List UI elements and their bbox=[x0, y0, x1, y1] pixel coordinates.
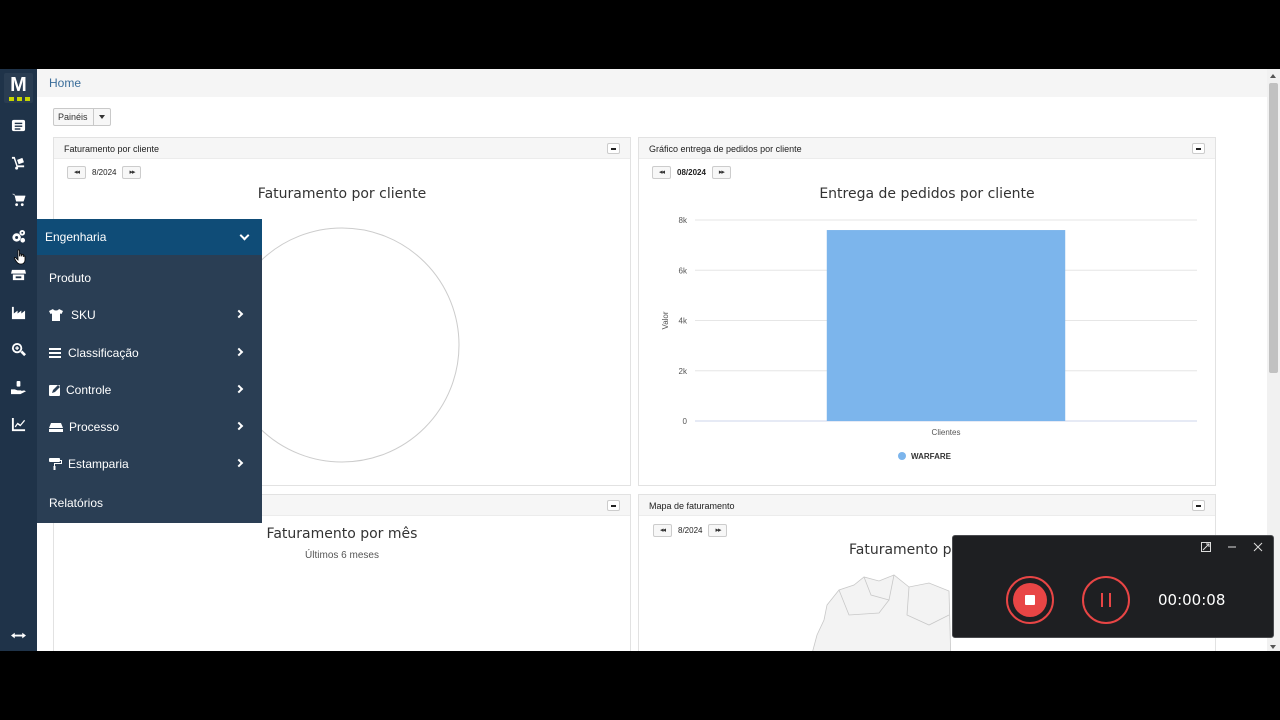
chevron-right-icon bbox=[234, 309, 244, 319]
menu-item-classificacao[interactable]: Classificação bbox=[37, 340, 262, 366]
bar bbox=[826, 230, 1066, 421]
chevron-right-icon bbox=[234, 421, 244, 431]
list-icon bbox=[49, 347, 63, 359]
engenharia-menu: Engenharia Produto SKU Classificação Con… bbox=[37, 219, 262, 523]
y-tick-label: 0 bbox=[683, 417, 688, 426]
chevron-right-icon bbox=[234, 347, 244, 357]
menu-item-produto[interactable]: Produto bbox=[37, 265, 262, 291]
panels-dropdown-button[interactable]: Painéis bbox=[53, 108, 111, 126]
menu-item-controle[interactable]: Controle bbox=[37, 377, 262, 403]
caret-down-icon bbox=[94, 109, 110, 125]
chevron-down-icon bbox=[239, 230, 250, 241]
legend-label: WARFARE bbox=[911, 452, 952, 461]
menu-item-label: Processo bbox=[69, 420, 120, 434]
chart-subtitle: Últimos 6 meses bbox=[305, 550, 379, 561]
menu-item-label: Produto bbox=[49, 271, 92, 285]
panel-entrega-pedidos: Gráfico entrega de pedidos por cliente ◂… bbox=[638, 137, 1216, 486]
legend-marker bbox=[898, 452, 906, 460]
menu-item-sku[interactable]: SKU bbox=[37, 302, 262, 328]
y-axis-label: Valor bbox=[661, 311, 670, 329]
scroll-thumb[interactable] bbox=[1269, 83, 1278, 373]
layers-icon bbox=[49, 421, 63, 433]
menu-item-estamparia[interactable]: Estamparia bbox=[37, 451, 262, 477]
minimize-panel-button[interactable] bbox=[607, 500, 620, 511]
sidebar: M bbox=[0, 69, 37, 651]
chevron-right-icon bbox=[234, 384, 244, 394]
chart-line-icon[interactable] bbox=[9, 415, 28, 434]
search-plus-icon[interactable] bbox=[9, 340, 28, 359]
minimize-icon[interactable] bbox=[1227, 542, 1237, 552]
y-tick-label: 8k bbox=[679, 216, 688, 225]
scroll-down-icon[interactable] bbox=[1270, 645, 1276, 649]
menu-item-label: Estamparia bbox=[68, 457, 129, 471]
y-tick-label: 2k bbox=[679, 367, 688, 376]
menu-item-label: Controle bbox=[66, 383, 112, 397]
panels-button-label: Painéis bbox=[54, 109, 94, 125]
expand-icon[interactable] bbox=[1201, 542, 1211, 552]
close-icon[interactable] bbox=[1253, 542, 1263, 552]
cart-icon[interactable] bbox=[9, 190, 28, 209]
store-icon[interactable] bbox=[9, 265, 28, 284]
screen-recorder-widget: 00:00:08 bbox=[952, 535, 1274, 638]
hand-cursor-icon bbox=[14, 249, 26, 265]
tshirt-icon bbox=[49, 309, 63, 321]
y-tick-label: 6k bbox=[679, 266, 688, 275]
menu-item-processo[interactable]: Processo bbox=[37, 414, 262, 440]
bar-chart: 0 2k 4k 6k 8k Clientes Valor WARFARE bbox=[661, 216, 1197, 461]
edit-icon bbox=[49, 384, 63, 396]
x-tick-label: Clientes bbox=[932, 428, 961, 437]
recording-timer: 00:00:08 bbox=[1158, 591, 1226, 609]
breadcrumb-home[interactable]: Home bbox=[49, 76, 81, 90]
chevron-right-icon bbox=[234, 458, 244, 468]
menu-item-relatorios[interactable]: Relatórios bbox=[37, 490, 262, 516]
chart-title: Faturamento por mês bbox=[266, 526, 418, 542]
menu-header-label: Engenharia bbox=[45, 230, 107, 244]
dolly-icon[interactable] bbox=[9, 153, 28, 172]
breadcrumb-bar: Home bbox=[37, 69, 1267, 97]
hand-holding-icon[interactable] bbox=[9, 378, 28, 397]
paint-roller-icon bbox=[49, 458, 63, 470]
menu-header-engenharia[interactable]: Engenharia bbox=[37, 219, 262, 255]
app-logo[interactable]: M bbox=[4, 73, 33, 103]
pause-recording-button[interactable] bbox=[1082, 576, 1130, 624]
scroll-up-icon[interactable] bbox=[1270, 74, 1276, 78]
menu-item-label: Relatórios bbox=[49, 496, 104, 510]
industry-icon[interactable] bbox=[9, 303, 28, 322]
expand-horizontal-icon[interactable] bbox=[9, 626, 28, 645]
list-icon[interactable] bbox=[9, 116, 28, 135]
cogs-icon[interactable] bbox=[9, 227, 28, 246]
menu-item-label: SKU bbox=[71, 308, 96, 322]
y-tick-label: 4k bbox=[679, 317, 688, 326]
menu-item-label: Classificação bbox=[68, 346, 139, 360]
stop-recording-button[interactable] bbox=[1006, 576, 1054, 624]
